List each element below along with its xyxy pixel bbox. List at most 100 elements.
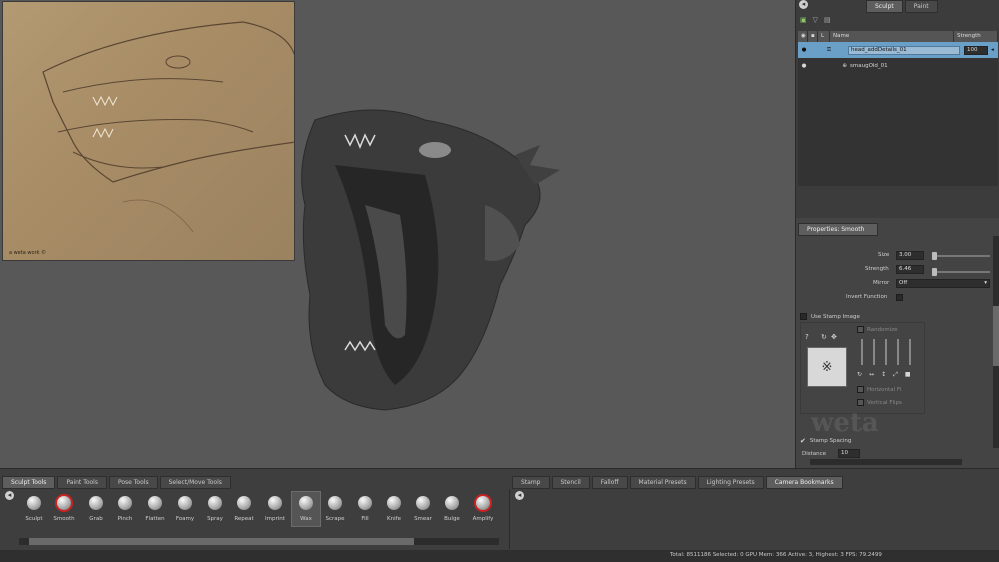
sculpt-tool-icon <box>27 496 41 510</box>
stamp-options-box: ? ↻ ✥ ※ Randomize ↻ ↔ ↕ ⤢ ■ Horizontal F… <box>800 322 925 414</box>
mirror-select[interactable]: Off ▾ <box>896 279 990 288</box>
layer-list: ◉ ▪ L Name Strength ● ⚿ head_addDetails_… <box>798 31 998 186</box>
randomize-checkbox[interactable] <box>857 326 864 333</box>
layer-row-base[interactable]: ● ⊕ smaugOld_01 <box>798 58 998 74</box>
tab-lighting-presets[interactable]: Lighting Presets <box>697 476 764 489</box>
layer-name[interactable]: head_addDetails_01 <box>848 45 960 55</box>
random-slider-1[interactable] <box>861 339 863 365</box>
strength-slider-knob[interactable] <box>932 268 937 276</box>
use-stamp-checkbox[interactable] <box>800 313 807 320</box>
visibility-header-icon: ◉ <box>798 31 808 42</box>
tool-smear[interactable]: Smear <box>408 496 438 522</box>
tool-knife[interactable]: Knife <box>379 496 409 522</box>
rotate-icon[interactable]: ↻ <box>857 371 862 379</box>
link-header-icon: L <box>818 31 830 42</box>
layer-options-icon[interactable]: ▤ <box>824 16 831 24</box>
tool-bulge[interactable]: Bulge <box>437 496 467 522</box>
stamp-move-icon[interactable]: ✥ <box>831 333 837 341</box>
invert-function-checkbox[interactable] <box>896 294 903 301</box>
tool-imprint[interactable]: Imprint <box>260 496 290 522</box>
use-stamp-row: Use Stamp Image <box>800 313 860 320</box>
strength-label: Strength <box>865 266 889 272</box>
tool-scrollbar[interactable] <box>19 538 499 545</box>
size-slider-knob[interactable] <box>932 252 937 260</box>
bookmarks-menu-icon[interactable]: ◂ <box>515 491 524 500</box>
properties-scrollbar[interactable] <box>993 236 999 448</box>
tab-sculpt-tools[interactable]: Sculpt Tools <box>2 476 56 489</box>
random-slider-2[interactable] <box>873 339 875 365</box>
random-sliders <box>861 339 911 365</box>
random-slider-5[interactable] <box>909 339 911 365</box>
tool-wax[interactable]: Wax <box>291 491 321 527</box>
new-layer-icon[interactable]: ▣ <box>800 16 807 24</box>
distance-field[interactable]: 10 <box>838 449 860 458</box>
tab-select-move-tools[interactable]: Select/Move Tools <box>159 476 231 489</box>
tab-paint[interactable]: Paint <box>904 0 938 13</box>
tool-flatten[interactable]: Flatten <box>140 496 170 522</box>
tab-paint-tools[interactable]: Paint Tools <box>57 476 107 489</box>
stamp-rotate-icon[interactable]: ↻ <box>821 333 827 341</box>
random-slider-4[interactable] <box>897 339 899 365</box>
name-header: Name <box>830 31 954 42</box>
mesh-icon: ⊕ <box>842 63 847 69</box>
tab-properties[interactable]: Properties: Smooth <box>798 223 878 236</box>
knife-tool-icon <box>387 496 401 510</box>
tool-scrollbar-thumb[interactable] <box>29 538 414 545</box>
panel-menu-icon[interactable]: ◂ <box>799 0 808 9</box>
strength-slider[interactable] <box>932 268 990 276</box>
delete-layer-icon[interactable]: ▽ <box>813 16 818 24</box>
tab-camera-bookmarks[interactable]: Camera Bookmarks <box>765 476 843 489</box>
wax-tool-icon <box>299 496 313 510</box>
scrollbar-thumb[interactable] <box>993 306 999 366</box>
square-icon[interactable]: ■ <box>905 371 911 379</box>
tool-scrape[interactable]: Scrape <box>320 496 350 522</box>
random-slider-3[interactable] <box>885 339 887 365</box>
vertical-flip-checkbox[interactable] <box>857 399 864 406</box>
distance-slider[interactable] <box>810 459 962 465</box>
tray-divider <box>509 489 510 549</box>
checkmark-icon[interactable]: ✔ <box>800 437 806 445</box>
strength-field[interactable]: 6.46 <box>896 265 924 274</box>
scale-icon[interactable]: ⤢ <box>893 371 898 379</box>
tab-material-presets[interactable]: Material Presets <box>629 476 696 489</box>
amplify-tool-icon <box>476 496 490 510</box>
strength-header: Strength <box>954 31 998 42</box>
tool-sculpt[interactable]: Sculpt <box>19 496 49 522</box>
help-icon[interactable]: ? <box>805 333 809 341</box>
size-slider[interactable] <box>932 252 990 260</box>
tool-amplify[interactable]: Amplify <box>468 496 498 522</box>
weta-watermark: weta <box>811 408 879 438</box>
3d-viewport[interactable]: a weta work © <box>0 0 795 468</box>
horizontal-icon[interactable]: ↔ <box>869 371 874 379</box>
reference-caption: a weta work © <box>9 250 47 256</box>
distance-label: Distance <box>802 451 827 457</box>
tool-pinch[interactable]: Pinch <box>110 496 140 522</box>
randomize-label: Randomize <box>867 326 898 333</box>
tool-grab[interactable]: Grab <box>81 496 111 522</box>
strength-arrow-icon[interactable]: ◂ <box>991 47 994 53</box>
visibility-icon[interactable]: ● <box>798 47 810 53</box>
dragon-head-model[interactable] <box>285 95 575 425</box>
tab-sculpt[interactable]: Sculpt <box>866 0 903 13</box>
horizontal-flip-checkbox[interactable] <box>857 386 864 393</box>
size-field[interactable]: 3.00 <box>896 251 924 260</box>
layer-header-row: ◉ ▪ L Name Strength <box>798 31 998 42</box>
lock-icon[interactable]: ⚿ <box>810 47 848 54</box>
tool-spray[interactable]: Spray <box>200 496 230 522</box>
tool-foamy[interactable]: Foamy <box>170 496 200 522</box>
visibility-icon[interactable]: ● <box>798 63 810 69</box>
tray-menu-icon[interactable]: ◂ <box>5 491 14 500</box>
vertical-icon[interactable]: ↕ <box>881 371 886 379</box>
stamp-preview-image[interactable]: ※ <box>807 347 847 387</box>
tab-stamp[interactable]: Stamp <box>512 476 550 489</box>
layer-row-head[interactable]: ● ⚿ head_addDetails_01 100 ◂ <box>798 42 998 58</box>
layer-name[interactable]: smaugOld_01 <box>850 63 888 69</box>
flatten-tool-icon <box>148 496 162 510</box>
tool-smooth[interactable]: Smooth <box>49 496 79 522</box>
tab-stencil[interactable]: Stencil <box>551 476 590 489</box>
tab-falloff[interactable]: Falloff <box>591 476 628 489</box>
layer-strength[interactable]: 100 <box>964 45 988 55</box>
tool-fill[interactable]: Fill <box>350 496 380 522</box>
tool-repeat[interactable]: Repeat <box>229 496 259 522</box>
tab-pose-tools[interactable]: Pose Tools <box>108 476 158 489</box>
